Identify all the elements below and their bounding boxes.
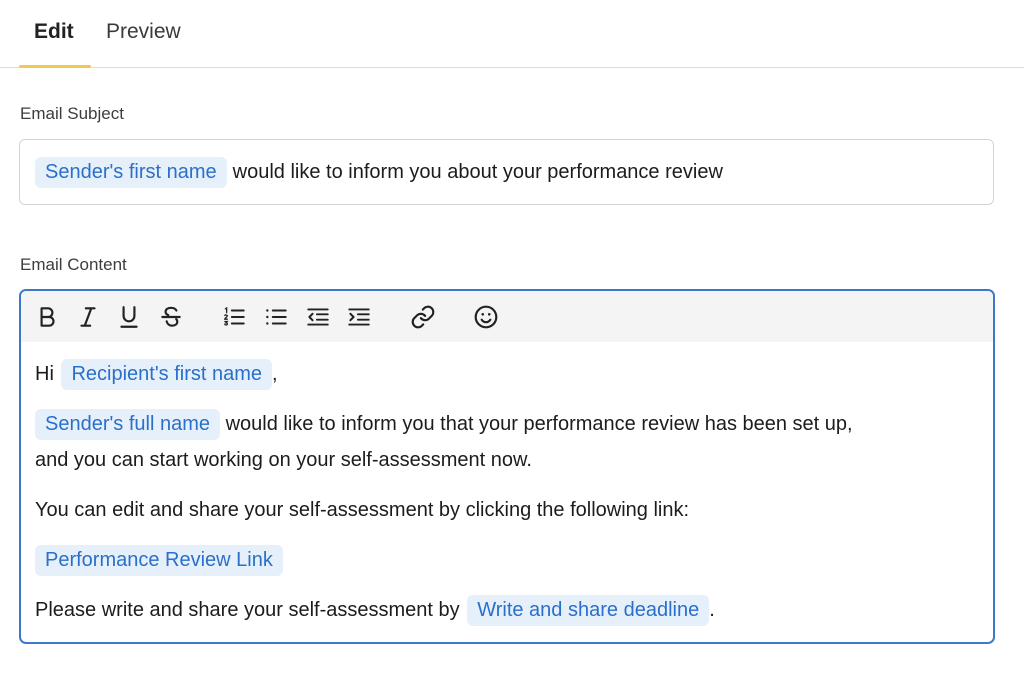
performance-review-link-chip[interactable]: Performance Review Link (35, 545, 283, 576)
recipient-first-name-chip[interactable]: Recipient's first name (61, 359, 273, 390)
deadline-text: Please write and share your self-assessm… (35, 599, 460, 621)
deadline-chip[interactable]: Write and share deadline (467, 595, 710, 626)
deadline-paragraph: Please write and share your self-assessm… (35, 592, 979, 628)
greeting-line: Hi Recipient's first name, (35, 356, 979, 392)
outdent-icon[interactable] (304, 303, 332, 331)
tab-bar: Edit Preview (0, 0, 1024, 68)
italic-icon[interactable] (74, 303, 102, 331)
emoji-icon[interactable] (472, 303, 500, 331)
email-subject-input[interactable]: Sender's first name would like to inform… (19, 139, 994, 205)
indent-icon[interactable] (345, 303, 373, 331)
greeting-prefix: Hi (35, 363, 54, 385)
ordered-list-icon[interactable] (220, 303, 248, 331)
greeting-suffix: , (272, 363, 278, 385)
intro-text-2: and you can start working on your self-a… (35, 449, 532, 471)
strikethrough-icon[interactable] (157, 303, 185, 331)
underline-icon[interactable] (115, 303, 143, 331)
bullet-list-icon[interactable] (262, 303, 290, 331)
subject-placeholder-chip[interactable]: Sender's first name (35, 156, 227, 188)
intro-text-1: would like to inform you that your perfo… (225, 413, 853, 435)
subject-text: would like to inform you about your perf… (232, 160, 723, 183)
email-content-label: Email Content (20, 255, 127, 274)
tab-preview[interactable]: Preview (106, 20, 181, 44)
link-paragraph: Performance Review Link (35, 542, 979, 578)
link-icon[interactable] (409, 303, 437, 331)
tab-edit[interactable]: Edit (34, 20, 74, 44)
editor-body[interactable]: Hi Recipient's first name, Sender's full… (21, 342, 993, 628)
sender-full-name-chip[interactable]: Sender's full name (35, 409, 221, 440)
intro-paragraph: Sender's full name would like to inform … (35, 406, 979, 478)
active-tab-indicator (19, 65, 91, 68)
email-content-editor[interactable]: Hi Recipient's first name, Sender's full… (19, 289, 995, 644)
link-instruction-paragraph: You can edit and share your self-assessm… (35, 499, 690, 521)
deadline-suffix: . (709, 599, 715, 621)
editor-toolbar (21, 291, 993, 342)
bold-icon[interactable] (33, 303, 61, 331)
email-subject-label: Email Subject (20, 104, 124, 123)
